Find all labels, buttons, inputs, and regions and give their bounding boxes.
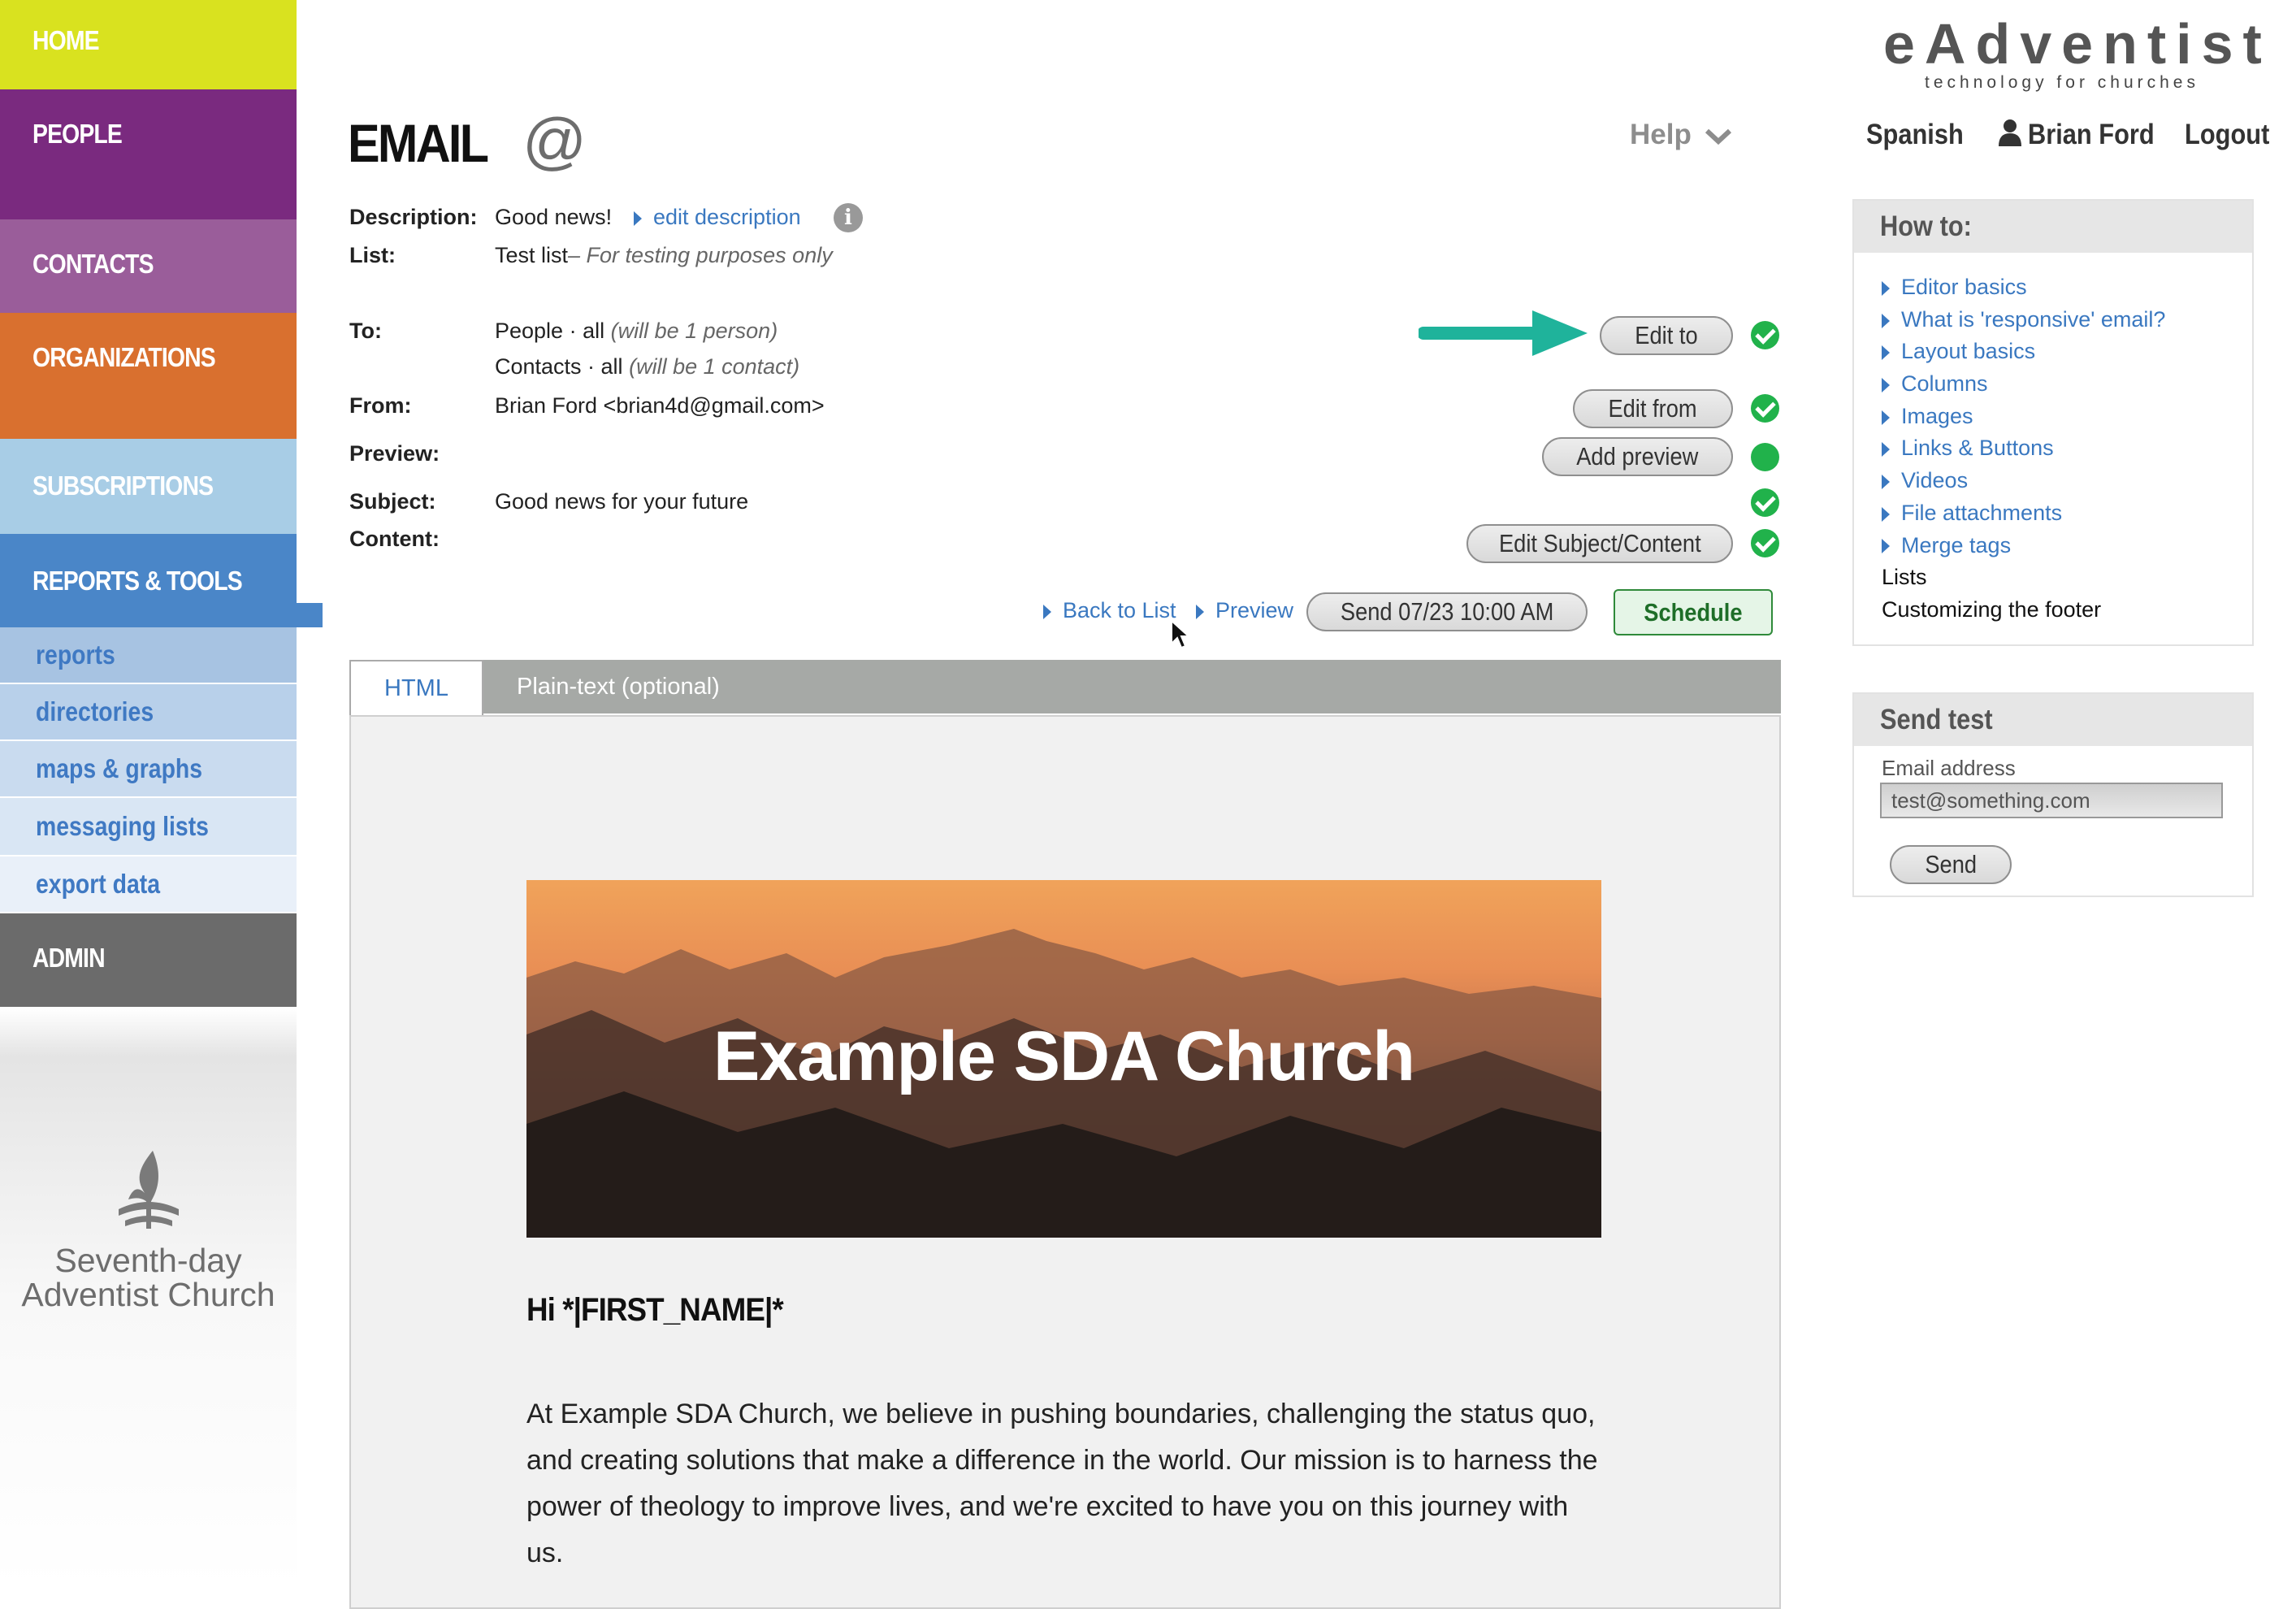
tab-plain-text[interactable]: Plain-text (optional): [517, 660, 720, 713]
from-value: Brian Ford <brian4d@gmail.com>: [495, 393, 825, 418]
subnav-directories[interactable]: directories: [0, 684, 297, 739]
hero-image[interactable]: Example SDA Church: [526, 880, 1601, 1238]
to-people: People · all (will be 1 person): [495, 319, 778, 343]
nav-home[interactable]: HOME: [0, 0, 297, 89]
schedule-button[interactable]: Schedule: [1614, 589, 1773, 635]
tab-html[interactable]: HTML: [349, 660, 483, 717]
email-address-label: Email address: [1882, 756, 2016, 780]
to-contacts: Contacts · all (will be 1 contact): [495, 354, 800, 379]
howto-link[interactable]: Editor basics: [1882, 271, 2165, 304]
howto-link[interactable]: What is 'responsive' email?: [1882, 304, 2165, 336]
user-menu[interactable]: Brian Ford: [1999, 119, 2172, 151]
howto-link[interactable]: Images: [1882, 401, 2165, 433]
logout-link[interactable]: Logout: [2185, 119, 2281, 151]
sda-church-logo: Seventh-day Adventist Church: [0, 1146, 297, 1312]
nav-admin[interactable]: ADMIN: [0, 913, 297, 1007]
howto-link[interactable]: Columns: [1882, 368, 2165, 401]
preview-link[interactable]: Preview: [1196, 598, 1293, 623]
triangle-right-icon: [1882, 475, 1890, 489]
triangle-right-icon: [1882, 539, 1890, 554]
sda-logo-line1: Seventh-day: [54, 1242, 242, 1279]
triangle-right-icon: [1882, 280, 1890, 296]
subnav-reports[interactable]: reports: [0, 627, 297, 683]
info-icon[interactable]: i: [834, 203, 863, 232]
hero-title: Example SDA Church: [713, 1017, 1415, 1095]
list-value: Test list– For testing purposes only: [495, 243, 833, 267]
triangle-right-icon: [1196, 604, 1204, 619]
flame-cross-icon: [118, 1151, 179, 1229]
triangle-right-icon: [1882, 313, 1890, 328]
howto-link[interactable]: Videos: [1882, 465, 2165, 497]
list-note: – For testing purposes only: [568, 243, 833, 267]
triangle-right-icon: [1882, 442, 1890, 458]
edit-from-button[interactable]: Edit from: [1573, 389, 1733, 428]
preview-status-icon: [1751, 443, 1779, 471]
subject-value: Good news for your future: [495, 489, 749, 514]
subject-label: Subject:: [349, 489, 436, 514]
brand-name: eAdventist: [1883, 12, 2272, 76]
howto-link[interactable]: Links & Buttons: [1882, 432, 2165, 465]
edit-to-button[interactable]: Edit to: [1600, 316, 1733, 355]
nav-reports-tools[interactable]: REPORTS & TOOLS: [0, 534, 297, 627]
brand-logo: eAdventist technology for churches: [1883, 11, 2272, 93]
howto-link[interactable]: Merge tags: [1882, 530, 2165, 562]
howto-item: Customizing the footer: [1882, 596, 2102, 622]
sidebar: HOME PEOPLE CONTACTS ORGANIZATIONS SUBSC…: [0, 0, 323, 1588]
triangle-right-icon: [1882, 506, 1890, 522]
brand-tagline: technology for churches: [1925, 73, 2199, 92]
help-dropdown[interactable]: Help: [1630, 119, 1732, 151]
edit-description-link[interactable]: edit description: [634, 205, 801, 230]
triangle-right-icon: [634, 210, 642, 226]
send-test-title: Send test: [1854, 694, 2252, 746]
description-label: Description:: [349, 205, 478, 229]
email-greeting[interactable]: Hi *|FIRST_NAME|*: [526, 1292, 805, 1329]
triangle-right-icon: [1882, 345, 1890, 361]
howto-link[interactable]: File attachments: [1882, 497, 2165, 530]
back-to-list-link[interactable]: Back to List: [1043, 598, 1176, 623]
sda-logo-line2: Adventist Church: [21, 1276, 275, 1313]
subnav-export-data[interactable]: export data: [0, 857, 297, 912]
send-time-button[interactable]: Send 07/23 10:00 AM: [1306, 592, 1588, 631]
send-test-button[interactable]: Send: [1890, 845, 2012, 884]
test-email-input[interactable]: [1880, 783, 2223, 818]
triangle-right-icon: [1882, 410, 1890, 425]
nav-contacts[interactable]: CONTACTS: [0, 219, 297, 313]
subnav-messaging-lists[interactable]: messaging lists: [0, 798, 297, 855]
from-check-icon: [1751, 394, 1779, 423]
howto-link[interactable]: Layout basics: [1882, 336, 2165, 368]
content-check-icon: [1751, 529, 1779, 557]
list-label: List:: [349, 243, 396, 267]
at-icon: @: [522, 105, 587, 176]
chevron-down-icon: [1705, 128, 1731, 145]
add-preview-button[interactable]: Add preview: [1542, 437, 1733, 476]
arrow-right-icon: [1419, 310, 1588, 356]
from-label: From:: [349, 393, 412, 418]
howto-item: Lists: [1882, 565, 1927, 590]
triangle-right-icon: [1882, 377, 1890, 392]
nav-organizations[interactable]: ORGANIZATIONS: [0, 313, 297, 439]
subnav-maps-graphs[interactable]: maps & graphs: [0, 741, 297, 796]
howto-list: Editor basics What is 'responsive' email…: [1882, 271, 2165, 627]
content-label: Content:: [349, 527, 440, 551]
to-check-icon: [1751, 321, 1779, 349]
preview-label: Preview:: [349, 441, 440, 466]
user-icon: [1999, 119, 2021, 146]
help-label: Help: [1630, 119, 1692, 150]
triangle-right-icon: [1043, 604, 1051, 619]
subject-check-icon: [1751, 488, 1779, 517]
to-label: To:: [349, 319, 382, 343]
description-value: Good news!: [495, 205, 613, 229]
mouse-cursor-icon: [1171, 619, 1189, 649]
nav-subscriptions[interactable]: SUBSCRIPTIONS: [0, 439, 297, 534]
howto-title: How to:: [1854, 201, 2252, 253]
nav-people[interactable]: PEOPLE: [0, 89, 297, 219]
email-body-text[interactable]: At Example SDA Church, we believe in pus…: [526, 1391, 1607, 1576]
language-link[interactable]: Spanish: [1866, 119, 1977, 151]
page-title: EMAIL: [348, 113, 489, 173]
nav-active-marker: [297, 603, 323, 627]
edit-subject-content-button[interactable]: Edit Subject/Content: [1466, 524, 1733, 563]
